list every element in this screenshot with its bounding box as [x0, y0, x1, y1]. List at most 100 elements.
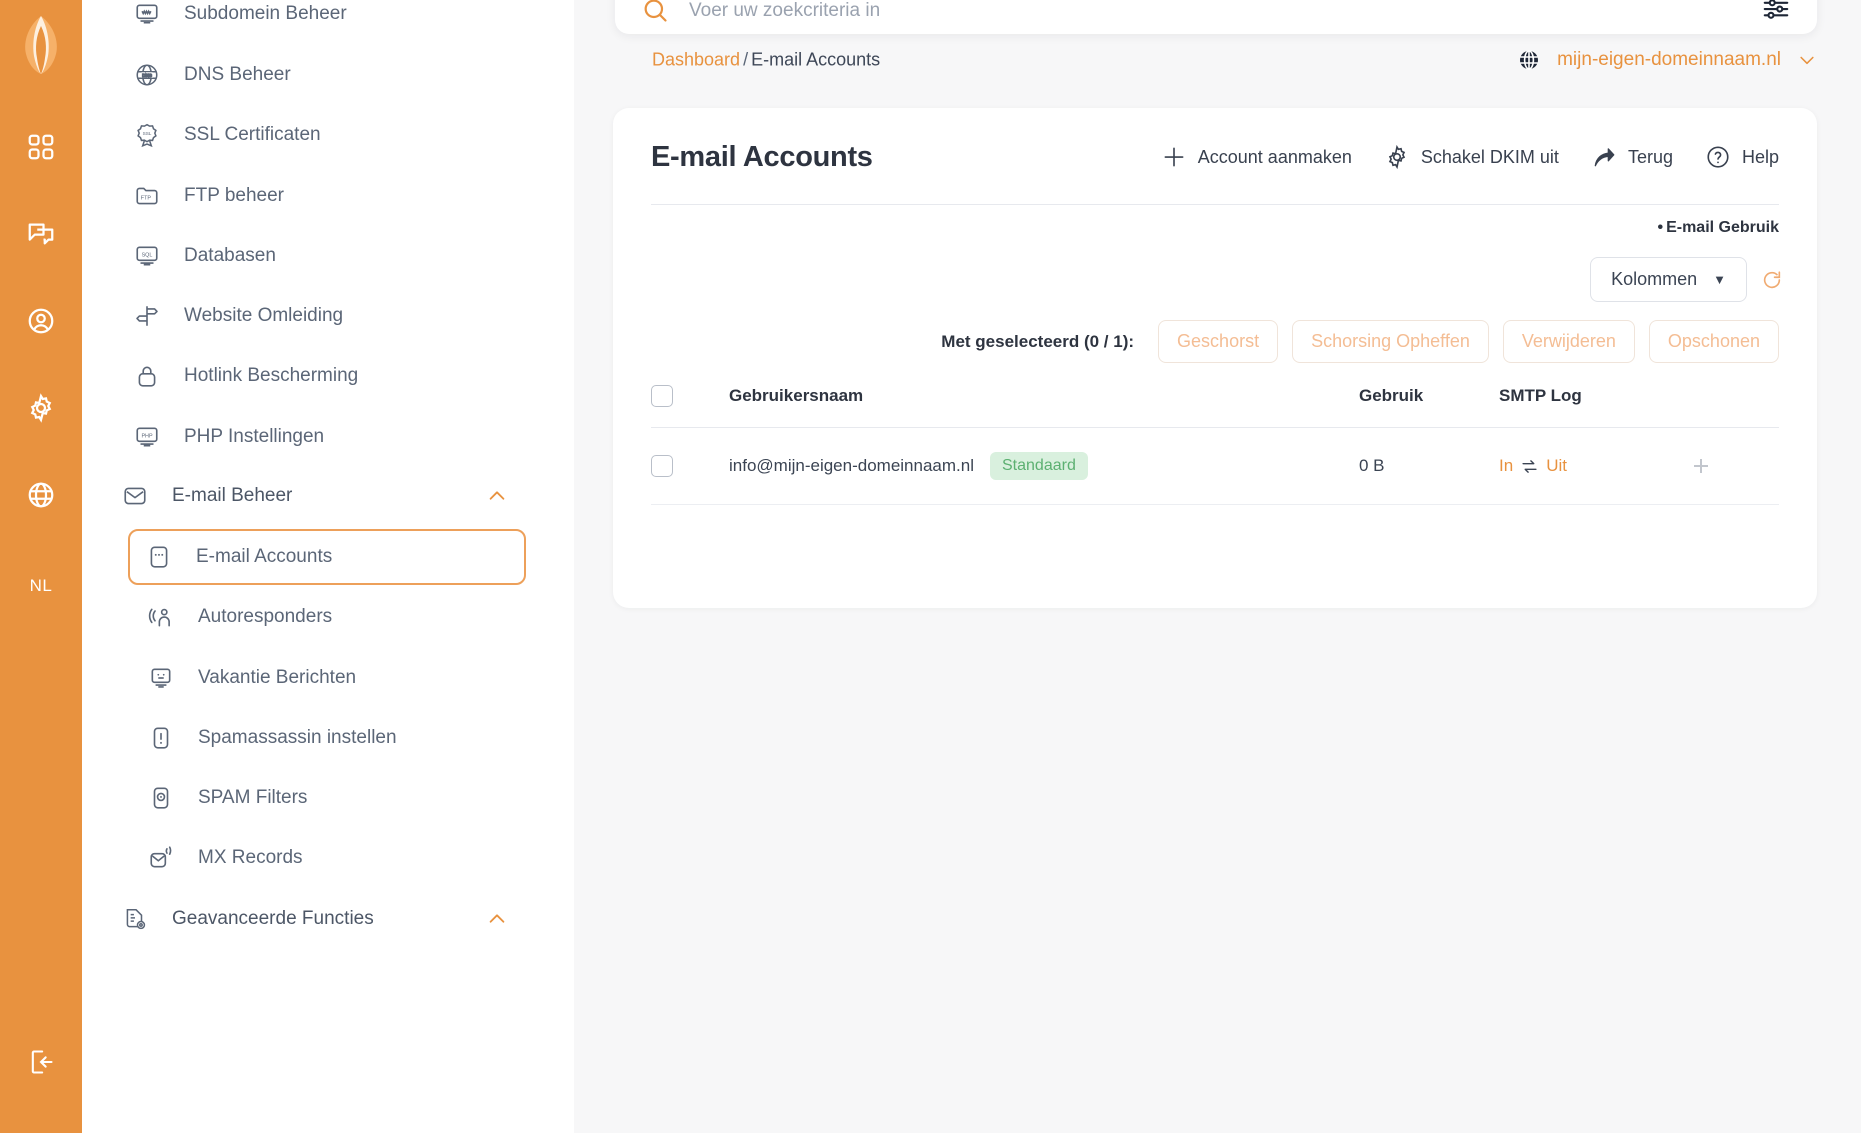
- row-username-cell: info@mijn-eigen-domeinnaam.nl Standaard: [729, 427, 1359, 505]
- back-button[interactable]: Terug: [1591, 144, 1673, 170]
- sidebar-item-autoresponders[interactable]: Autoresponders: [110, 593, 552, 641]
- filter-sliders-icon[interactable]: [1761, 0, 1791, 24]
- subdomain-icon: [132, 0, 162, 29]
- sidebar-item-subdomein-beheer[interactable]: Subdomein Beheer: [110, 0, 552, 38]
- chevron-down-icon[interactable]: [1797, 50, 1817, 70]
- smtp-log-links[interactable]: In Uit: [1499, 456, 1689, 476]
- sidebar-item-label: E-mail Accounts: [196, 546, 333, 567]
- search-input[interactable]: [689, 0, 1761, 24]
- bulk-purge-button[interactable]: Opschonen: [1648, 320, 1779, 363]
- sidebar-item-php-instellingen[interactable]: PHP PHP Instellingen: [110, 413, 552, 461]
- breadcrumb-current: E-mail Accounts: [751, 49, 881, 70]
- bulk-selection-label: Met geselecteerd (0 / 1):: [941, 331, 1135, 351]
- email-usage-link[interactable]: E-mail Gebruik: [1666, 219, 1779, 236]
- select-all-header: [651, 385, 729, 428]
- sidebar-item-ftp-beheer[interactable]: FTP FTP beheer: [110, 172, 552, 220]
- chevron-down-icon: ▼: [1713, 272, 1726, 287]
- alert-icon: [146, 723, 176, 753]
- chevron-up-icon[interactable]: [486, 485, 508, 507]
- page-title: E-mail Accounts: [651, 140, 873, 173]
- signpost-icon: [132, 301, 162, 331]
- table-row[interactable]: info@mijn-eigen-domeinnaam.nl Standaard …: [651, 427, 1779, 505]
- svg-text:SQL: SQL: [142, 253, 153, 259]
- row-select-cell: [651, 427, 729, 505]
- globe-icon[interactable]: [26, 480, 56, 510]
- envelope-icon: [120, 481, 150, 511]
- svg-text:DNS: DNS: [142, 73, 152, 78]
- breadcrumb-dashboard-link[interactable]: Dashboard: [652, 50, 740, 70]
- sidebar-group-label: Geavanceerde Functies: [172, 908, 374, 929]
- column-header-actions: [1689, 385, 1779, 428]
- gear-icon: [1384, 144, 1410, 170]
- rail-language-label[interactable]: NL: [30, 576, 53, 596]
- sidebar-item-ssl-certificaten[interactable]: SSL SSL Certificaten: [110, 111, 552, 159]
- logout-icon[interactable]: [27, 1048, 55, 1076]
- sidebar-item-label: PHP Instellingen: [184, 426, 325, 447]
- help-button[interactable]: Help: [1705, 144, 1779, 170]
- sidebar-item-databasen[interactable]: SQL Databasen: [110, 232, 552, 280]
- sidebar-item-vakantie-berichten[interactable]: Vakantie Berichten: [110, 654, 552, 702]
- svg-text:SSL: SSL: [143, 131, 152, 136]
- dns-icon: DNS: [132, 60, 162, 90]
- leaf-logo[interactable]: [16, 14, 66, 76]
- sidebar-item-label: Subdomein Beheer: [184, 3, 347, 24]
- vacation-icon: [146, 663, 176, 693]
- globe-icon: [1517, 48, 1541, 72]
- bullet-icon: •: [1657, 219, 1664, 236]
- table-toolbar: Kolommen ▼: [613, 237, 1817, 302]
- domain-selector[interactable]: mijn-eigen-domeinnaam.nl: [1517, 48, 1817, 72]
- gear-icon[interactable]: [26, 393, 56, 423]
- swap-arrows-icon: [1521, 458, 1538, 475]
- smtp-in-link[interactable]: In: [1499, 456, 1513, 476]
- plus-icon[interactable]: [1689, 454, 1779, 478]
- smtp-out-link[interactable]: Uit: [1546, 456, 1567, 476]
- sidebar-item-spamassassin-instellen[interactable]: Spamassassin instellen: [110, 714, 552, 762]
- column-header-usage[interactable]: Gebruik: [1359, 385, 1499, 428]
- sidebar-item-mx-records[interactable]: MX Records: [110, 834, 552, 882]
- email-account-icon: [144, 542, 174, 572]
- column-header-username[interactable]: Gebruikersnaam: [729, 385, 1359, 428]
- chevron-up-icon[interactable]: [486, 908, 508, 930]
- select-all-checkbox[interactable]: [651, 385, 673, 407]
- ftp-folder-icon: FTP: [132, 181, 162, 211]
- svg-text:PHP: PHP: [141, 434, 153, 440]
- rail-icon-list: NL: [26, 132, 56, 596]
- help-label: Help: [1741, 146, 1779, 167]
- sidebar-group-email-beheer[interactable]: E-mail Beheer: [110, 472, 552, 520]
- row-username: info@mijn-eigen-domeinnaam.nl: [729, 456, 974, 475]
- ssl-badge-icon: SSL: [132, 120, 162, 150]
- bulk-unsuspend-button[interactable]: Schorsing Opheffen: [1292, 320, 1489, 363]
- email-usage-link-row: • E-mail Gebruik: [613, 205, 1817, 237]
- sidebar-item-label: Hotlink Bescherming: [184, 365, 359, 386]
- sidebar-item-label: DNS Beheer: [184, 64, 291, 85]
- toggle-dkim-button[interactable]: Schakel DKIM uit: [1384, 144, 1559, 170]
- sidebar-item-spam-filters[interactable]: SPAM Filters: [110, 774, 552, 822]
- row-usage: 0 B: [1359, 427, 1499, 505]
- sidebar-item-email-accounts[interactable]: E-mail Accounts: [128, 529, 526, 585]
- bulk-delete-button[interactable]: Verwijderen: [1502, 320, 1635, 363]
- columns-button[interactable]: Kolommen ▼: [1590, 257, 1747, 302]
- sidebar-group-label: E-mail Beheer: [172, 485, 293, 506]
- row-smtp-log-cell: In Uit: [1499, 427, 1689, 505]
- email-accounts-table: Gebruikersnaam Gebruik SMTP Log info@mij…: [651, 385, 1779, 505]
- sidebar-item-hotlink-bescherming[interactable]: Hotlink Bescherming: [110, 352, 552, 400]
- mx-record-icon: [146, 843, 176, 873]
- sidebar-nav: Subdomein Beheer DNS DNS Beheer SSL SSL …: [82, 0, 574, 1133]
- row-checkbox[interactable]: [651, 455, 673, 477]
- user-circle-icon[interactable]: [26, 306, 56, 336]
- sidebar-item-website-omleiding[interactable]: Website Omleiding: [110, 292, 552, 340]
- chat-icon[interactable]: [26, 219, 56, 249]
- sidebar-group-geavanceerde-functies[interactable]: Geavanceerde Functies: [110, 895, 552, 943]
- create-account-button[interactable]: Account aanmaken: [1161, 144, 1352, 170]
- column-header-smtp-log[interactable]: SMTP Log: [1499, 385, 1689, 428]
- sql-database-icon: SQL: [132, 241, 162, 271]
- apps-grid-icon[interactable]: [26, 132, 56, 162]
- lock-icon: [132, 361, 162, 391]
- bulk-suspend-button[interactable]: Geschorst: [1158, 320, 1279, 363]
- sidebar-item-dns-beheer[interactable]: DNS DNS Beheer: [110, 51, 552, 99]
- sidebar-item-label: Spamassassin instellen: [198, 727, 397, 748]
- refresh-icon[interactable]: [1761, 269, 1783, 291]
- sidebar-item-label: SSL Certificaten: [184, 124, 321, 145]
- back-label: Terug: [1627, 146, 1673, 167]
- table-head: Gebruikersnaam Gebruik SMTP Log: [651, 385, 1779, 428]
